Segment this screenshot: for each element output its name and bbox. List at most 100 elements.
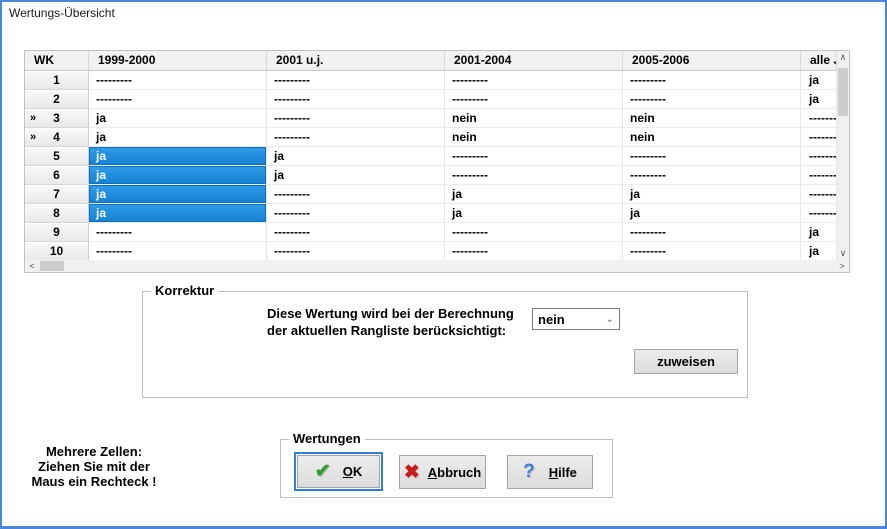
- table-cell[interactable]: ---------: [89, 71, 267, 90]
- table-cell[interactable]: nein: [445, 109, 623, 128]
- cross-icon: ✖: [403, 461, 420, 483]
- wertung-dropdown-value: nein: [538, 311, 565, 327]
- table-cell[interactable]: ja: [801, 242, 837, 261]
- table-cell[interactable]: ---------: [801, 128, 837, 147]
- scroll-down-icon[interactable]: ∨: [837, 247, 849, 261]
- row-header[interactable]: 10: [25, 242, 89, 261]
- table-cell[interactable]: ---------: [801, 109, 837, 128]
- chevron-down-icon: ⌄: [605, 313, 614, 325]
- scroll-up-icon[interactable]: ∧: [837, 51, 849, 65]
- row-header[interactable]: 1: [25, 71, 89, 90]
- table-cell[interactable]: ---------: [445, 71, 623, 90]
- column-header[interactable]: alle J: [801, 51, 837, 71]
- table-cell[interactable]: ---------: [801, 166, 837, 185]
- table-cell[interactable]: ---------: [89, 223, 267, 242]
- table-cell[interactable]: ---------: [445, 166, 623, 185]
- table-cell[interactable]: ja: [89, 204, 267, 223]
- wertungs-uebersicht-dialog: Wertungs-Übersicht WK 1999-2000 2001 u.j. 2…: [0, 0, 887, 529]
- row-number: 10: [49, 244, 64, 258]
- table-cell[interactable]: ---------: [267, 109, 445, 128]
- row-number: 4: [53, 130, 60, 144]
- table-cell[interactable]: nein: [445, 128, 623, 147]
- table-cell[interactable]: ---------: [267, 90, 445, 109]
- row-header[interactable]: 8: [25, 204, 89, 223]
- table-cell[interactable]: ja: [445, 204, 623, 223]
- ok-button[interactable]: ✔ OK: [297, 455, 380, 488]
- hint-line3: Maus ein Rechteck !: [31, 474, 157, 489]
- table-cell[interactable]: ---------: [623, 242, 801, 261]
- wertungen-group: Wertungen ✔ OK ✖ Abbruch ? Hilfe: [280, 431, 613, 498]
- korrektur-legend: Korrektur: [151, 283, 219, 298]
- table-cell[interactable]: ---------: [801, 185, 837, 204]
- table-cell[interactable]: ---------: [801, 204, 837, 223]
- table-cell[interactable]: nein: [623, 128, 801, 147]
- table-cell[interactable]: ---------: [267, 128, 445, 147]
- row-header[interactable]: 6: [25, 166, 89, 185]
- wertung-dropdown[interactable]: nein ⌄: [532, 308, 620, 330]
- table-cell[interactable]: ---------: [445, 223, 623, 242]
- row-number: 2: [53, 92, 60, 106]
- table-cell[interactable]: ja: [623, 204, 801, 223]
- table-cell[interactable]: ---------: [445, 147, 623, 166]
- table-cell[interactable]: ja: [267, 147, 445, 166]
- row-marker-icon: »: [30, 131, 37, 143]
- table-cell[interactable]: ---------: [267, 71, 445, 90]
- table-cell[interactable]: ---------: [267, 223, 445, 242]
- row-number: 1: [53, 73, 60, 87]
- table-cell[interactable]: ja: [89, 147, 267, 166]
- scroll-left-icon[interactable]: <: [25, 260, 39, 272]
- hilfe-button[interactable]: ? Hilfe: [507, 455, 593, 489]
- row-number: 8: [53, 206, 60, 220]
- table-cell[interactable]: ---------: [267, 204, 445, 223]
- table-cell[interactable]: ja: [267, 166, 445, 185]
- table-cell[interactable]: nein: [623, 109, 801, 128]
- korrektur-description: Diese Wertung wird bei der Berechnung de…: [267, 305, 514, 339]
- row-number: 5: [53, 149, 60, 163]
- table-cell[interactable]: ja: [801, 90, 837, 109]
- table-cell[interactable]: ---------: [267, 185, 445, 204]
- column-header[interactable]: 1999-2000: [89, 51, 267, 71]
- table-cell[interactable]: ---------: [445, 242, 623, 261]
- table-cell[interactable]: ja: [89, 128, 267, 147]
- row-header[interactable]: 7: [25, 185, 89, 204]
- table-cell[interactable]: ---------: [623, 71, 801, 90]
- table-cell[interactable]: ---------: [445, 90, 623, 109]
- row-marker-icon: »: [30, 112, 37, 124]
- row-number: 9: [53, 225, 60, 239]
- abbruch-button[interactable]: ✖ Abbruch: [399, 455, 486, 489]
- table-cell[interactable]: ja: [89, 109, 267, 128]
- row-header[interactable]: 5: [25, 147, 89, 166]
- column-header[interactable]: 2001 u.j.: [267, 51, 445, 71]
- table-cell[interactable]: ja: [623, 185, 801, 204]
- table-cell[interactable]: ---------: [623, 90, 801, 109]
- table-cell[interactable]: ---------: [267, 242, 445, 261]
- table-cell[interactable]: ja: [89, 166, 267, 185]
- hint-line2: Ziehen Sie mit der: [38, 459, 150, 474]
- table-cell[interactable]: ja: [801, 223, 837, 242]
- table-cell[interactable]: ---------: [623, 223, 801, 242]
- table-cell[interactable]: ja: [801, 71, 837, 90]
- column-header[interactable]: WK: [25, 51, 89, 71]
- table-cell[interactable]: ---------: [89, 242, 267, 261]
- table-cell[interactable]: ---------: [89, 90, 267, 109]
- horizontal-scrollbar[interactable]: < >: [25, 260, 849, 272]
- vertical-scrollbar[interactable]: ∧ ∨: [837, 51, 849, 261]
- zuweisen-button[interactable]: zuweisen: [634, 349, 738, 374]
- table-cell[interactable]: ---------: [623, 166, 801, 185]
- horizontal-scrollbar-thumb[interactable]: [40, 261, 64, 271]
- table-cell[interactable]: ja: [445, 185, 623, 204]
- table-cell[interactable]: ja: [89, 185, 267, 204]
- vertical-scrollbar-thumb[interactable]: [838, 68, 848, 116]
- row-header[interactable]: 2: [25, 90, 89, 109]
- ok-button-label: OK: [342, 464, 363, 479]
- korrektur-description-line1: Diese Wertung wird bei der Berechnung: [267, 306, 514, 321]
- row-header[interactable]: » 4: [25, 128, 89, 147]
- scroll-right-icon[interactable]: >: [835, 260, 849, 272]
- row-header[interactable]: 9: [25, 223, 89, 242]
- table-cell[interactable]: ---------: [623, 147, 801, 166]
- column-header[interactable]: 2001-2004: [445, 51, 623, 71]
- hilfe-button-label: Hilfe: [548, 464, 577, 480]
- row-header[interactable]: » 3: [25, 109, 89, 128]
- column-header[interactable]: 2005-2006: [623, 51, 801, 71]
- table-cell[interactable]: ---------: [801, 147, 837, 166]
